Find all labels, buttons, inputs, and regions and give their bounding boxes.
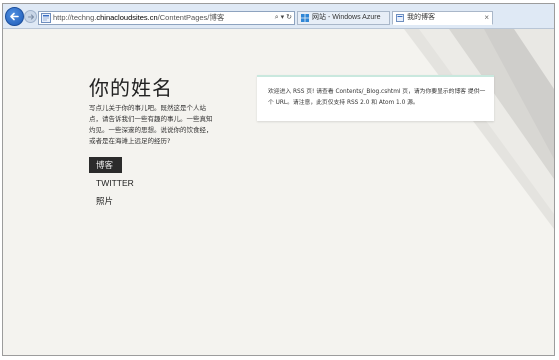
search-icon[interactable]: ⌕ <box>275 12 279 24</box>
windows-azure-icon <box>301 14 309 22</box>
site-description: 写点儿关于你的事儿吧。既然这是个人站点，请告诉我们一些有趣的事儿。一些真知灼见。… <box>89 104 213 145</box>
site-navigation: 博客 TWITTER 照片 <box>89 157 149 211</box>
rss-notice: 欢迎进入 RSS 页! 请查看 Contents/_Blog.cshtml 页，… <box>257 75 494 121</box>
decorative-background-shapes <box>404 29 554 229</box>
refresh-icon[interactable]: ↻ <box>286 12 292 24</box>
tab-label: 网站 - Windows Azure <box>312 14 381 21</box>
nav-item-blog[interactable]: 博客 <box>89 157 122 173</box>
chevron-down-icon[interactable]: ▾ <box>281 12 285 24</box>
tab-my-blog[interactable]: 我的博客 × <box>392 11 493 25</box>
tab-label: 我的博客 <box>407 14 435 21</box>
address-tools: ⌕ ▾ ↻ <box>275 12 292 24</box>
forward-arrow-icon <box>27 13 34 20</box>
close-tab-icon[interactable]: × <box>484 12 489 24</box>
browser-window: http://techng.chinacloudsites.cn/Content… <box>2 3 555 356</box>
rss-notice-text: 欢迎进入 RSS 页! 请查看 Contents/_Blog.cshtml 页，… <box>268 89 486 106</box>
back-button[interactable] <box>5 7 24 26</box>
page-title: 你的姓名 <box>89 76 173 100</box>
page-content: 你的姓名 写点儿关于你的事儿吧。既然这是个人站点，请告诉我们一些有趣的事儿。一些… <box>3 29 554 355</box>
address-url: http://techng.chinacloudsites.cn/Content… <box>53 13 225 22</box>
browser-toolbar: http://techng.chinacloudsites.cn/Content… <box>3 4 554 29</box>
nav-item-twitter[interactable]: TWITTER <box>89 175 149 191</box>
back-arrow-icon <box>10 12 19 21</box>
page-favicon-icon <box>41 13 51 23</box>
nav-item-photos[interactable]: 照片 <box>89 193 149 209</box>
tab-windows-azure[interactable]: 网站 - Windows Azure <box>297 11 390 25</box>
page-favicon-icon <box>396 14 404 22</box>
address-bar[interactable]: http://techng.chinacloudsites.cn/Content… <box>38 11 295 25</box>
forward-button[interactable] <box>24 10 37 23</box>
